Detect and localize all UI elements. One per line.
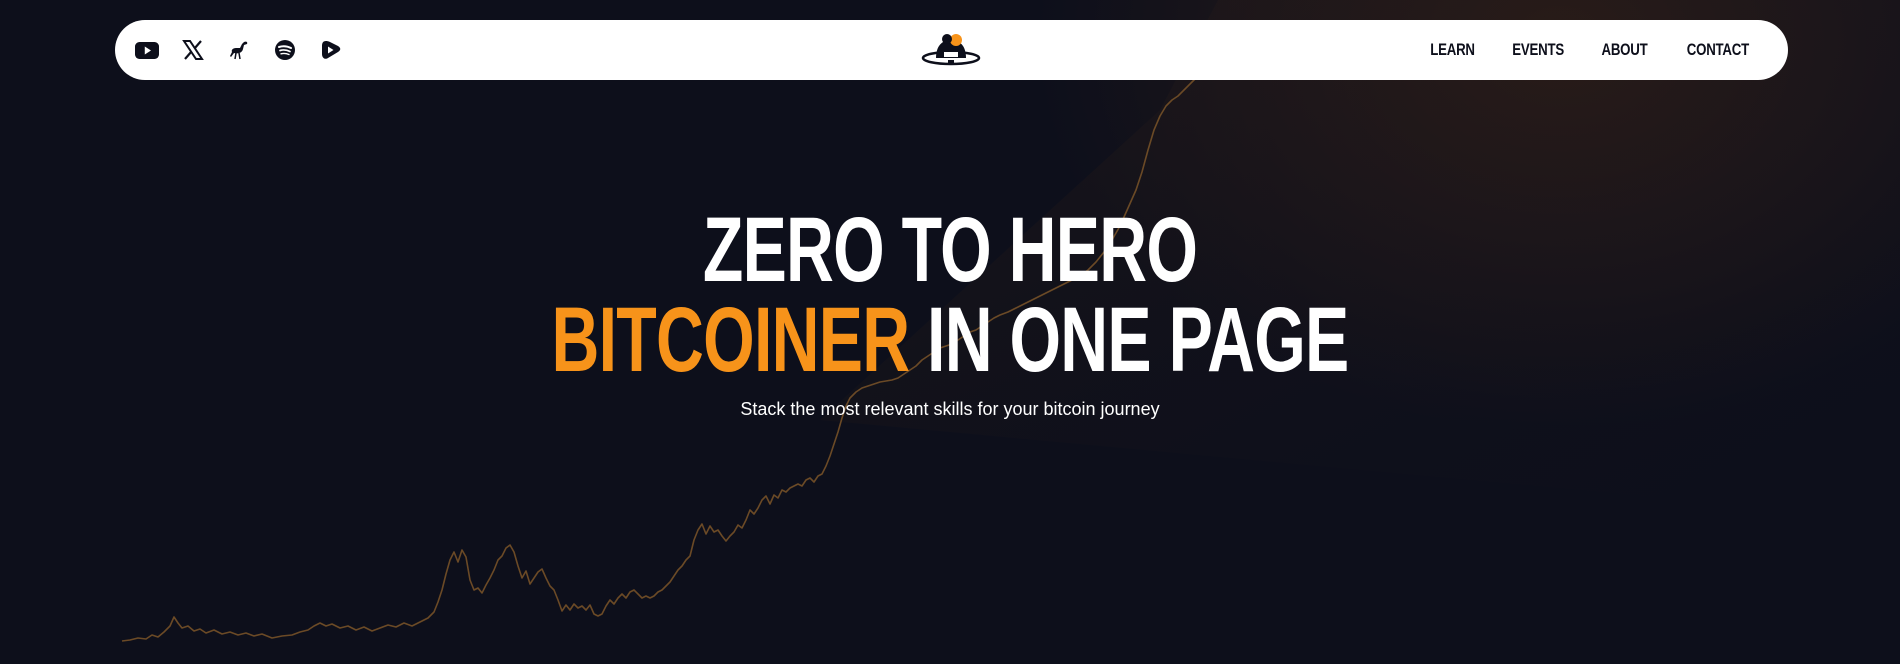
nav-link-about[interactable]: ABOUT xyxy=(1602,40,1648,60)
hero-title-accent: BITCOINER xyxy=(551,289,910,391)
navbar: LEARN EVENTS ABOUT CONTACT xyxy=(115,20,1788,80)
rumble-icon[interactable] xyxy=(319,38,343,62)
hero-title-rest: IN ONE PAGE xyxy=(909,289,1349,391)
spotify-icon[interactable] xyxy=(273,38,297,62)
nav-links: LEARN EVENTS ABOUT CONTACT xyxy=(1424,20,1758,80)
nav-link-contact[interactable]: CONTACT xyxy=(1687,40,1749,60)
hero-title-line-1: ZERO TO HERO xyxy=(702,199,1198,301)
nav-link-events[interactable]: EVENTS xyxy=(1512,40,1564,60)
nostr-ostrich-icon[interactable] xyxy=(227,38,251,62)
site-logo[interactable] xyxy=(920,30,982,70)
hero-title-line-2: BITCOINER IN ONE PAGE xyxy=(266,294,1634,386)
youtube-icon[interactable] xyxy=(135,38,159,62)
social-links xyxy=(135,20,343,80)
nav-link-learn[interactable]: LEARN xyxy=(1430,40,1475,60)
x-icon[interactable] xyxy=(181,38,205,62)
hero-subtitle: Stack the most relevant skills for your … xyxy=(740,399,1160,419)
hero: ZERO TO HERO BITCOINER IN ONE PAGE Stack… xyxy=(0,199,1900,420)
